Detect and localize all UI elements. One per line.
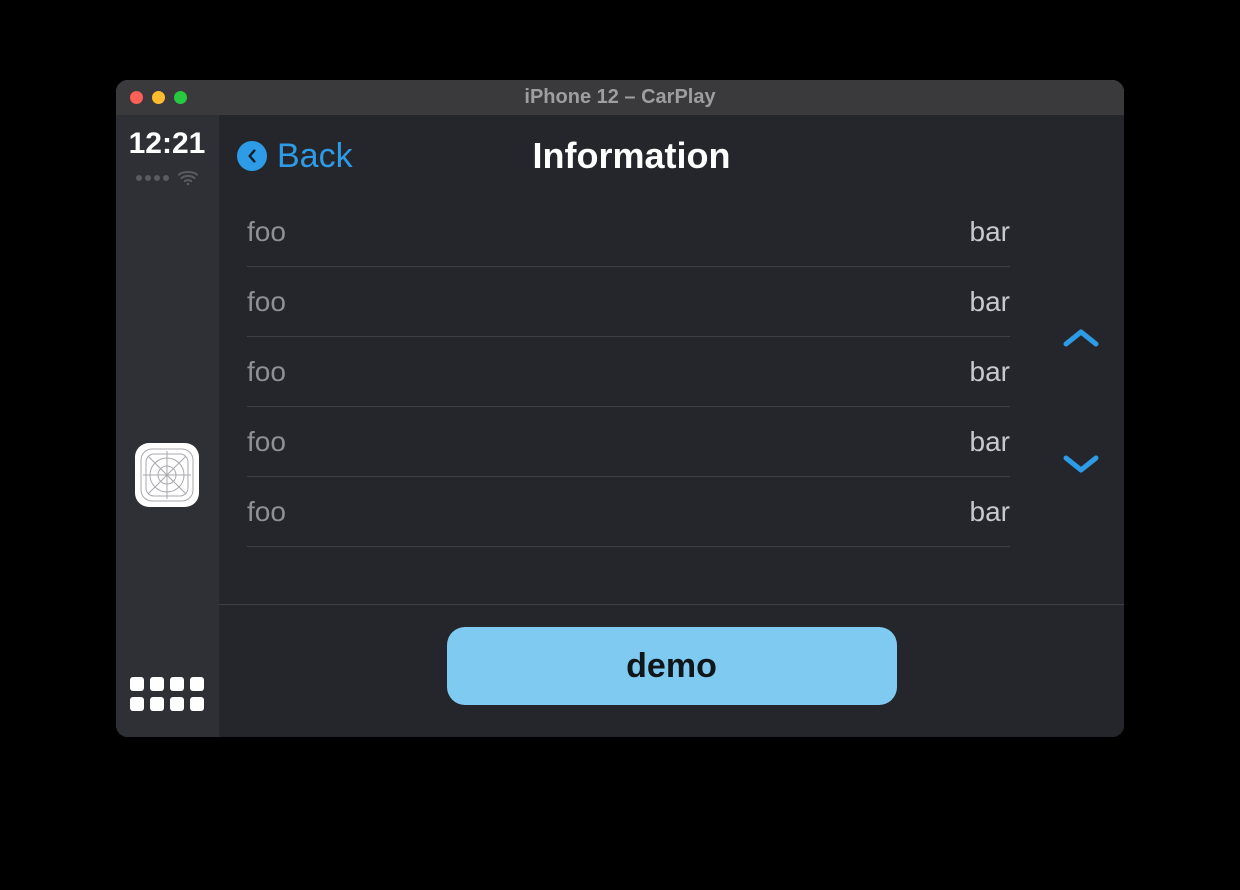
status-clock: 12:21 <box>129 127 206 161</box>
footer-area: demo <box>219 604 1124 737</box>
row-key: foo <box>247 286 286 318</box>
nav-header: Back Information <box>219 115 1124 197</box>
back-label: Back <box>277 137 353 176</box>
row-value: bar <box>970 356 1010 388</box>
window-title: iPhone 12 – CarPlay <box>116 86 1124 109</box>
list-item[interactable]: foo bar <box>247 197 1010 267</box>
list-item[interactable]: foo bar <box>247 407 1010 477</box>
minimize-window-button[interactable] <box>152 91 165 104</box>
scroll-arrows <box>1038 197 1124 604</box>
row-key: foo <box>247 426 286 458</box>
list-item[interactable]: foo bar <box>247 477 1010 547</box>
wifi-icon <box>177 167 199 189</box>
traffic-lights <box>130 91 187 104</box>
page-title: Information <box>533 135 731 177</box>
current-app-icon[interactable] <box>135 443 199 507</box>
simulator-window: iPhone 12 – CarPlay 12:21 <box>116 80 1124 737</box>
row-value: bar <box>970 216 1010 248</box>
status-rail: 12:21 <box>116 115 218 737</box>
row-value: bar <box>970 286 1010 318</box>
back-button[interactable]: Back <box>237 137 353 176</box>
row-key: foo <box>247 356 286 388</box>
list-item[interactable]: foo bar <box>247 337 1010 407</box>
status-signal-row <box>136 167 199 189</box>
content-body: foo bar foo bar foo bar foo bar <box>219 197 1124 604</box>
content-area: Back Information foo bar foo bar fo <box>218 115 1124 737</box>
list-item[interactable]: foo bar <box>247 267 1010 337</box>
row-key: foo <box>247 216 286 248</box>
window-titlebar: iPhone 12 – CarPlay <box>116 80 1124 115</box>
scroll-up-button[interactable] <box>1061 318 1101 358</box>
cellular-icon <box>136 175 169 181</box>
row-value: bar <box>970 496 1010 528</box>
scroll-down-button[interactable] <box>1061 444 1101 484</box>
demo-button[interactable]: demo <box>447 627 897 705</box>
row-key: foo <box>247 496 286 528</box>
carplay-screen: 12:21 <box>116 115 1124 737</box>
zoom-window-button[interactable] <box>174 91 187 104</box>
close-window-button[interactable] <box>130 91 143 104</box>
info-list: foo bar foo bar foo bar foo bar <box>219 197 1038 604</box>
home-button[interactable] <box>130 677 204 711</box>
row-value: bar <box>970 426 1010 458</box>
chevron-left-icon <box>237 141 267 171</box>
